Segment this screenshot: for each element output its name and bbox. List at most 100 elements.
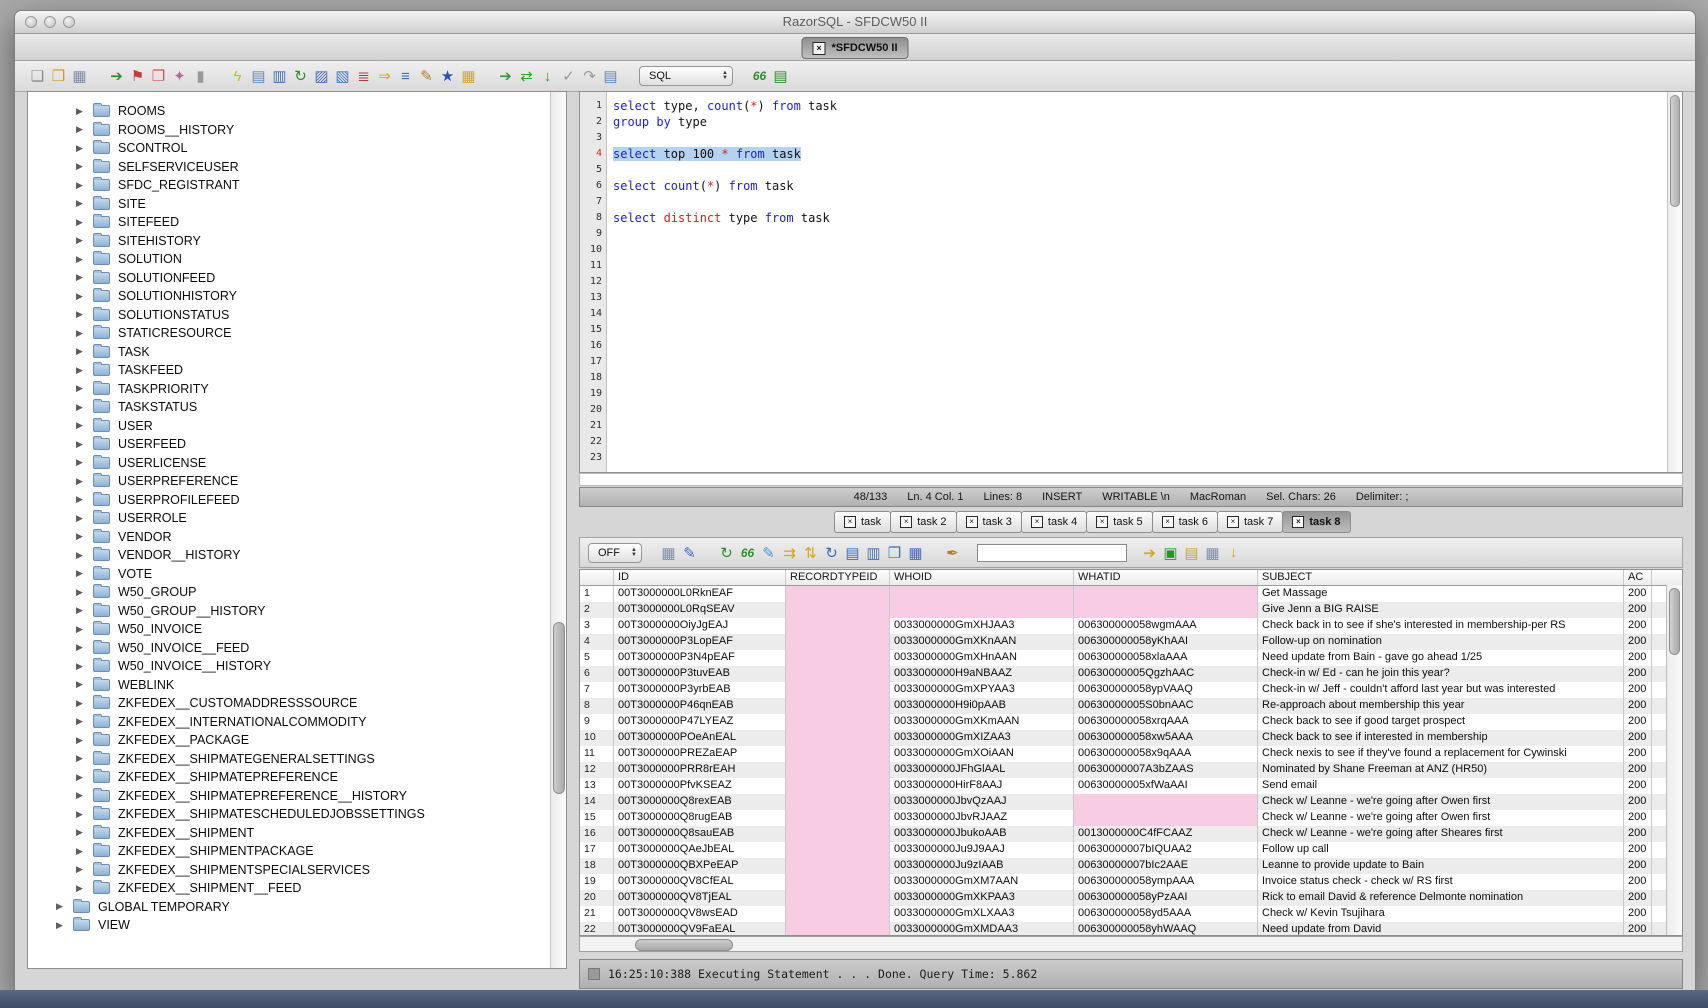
connect-icon[interactable]: ➔ xyxy=(106,66,127,87)
favorites-icon[interactable]: ★ xyxy=(437,66,458,87)
grid-cell[interactable]: 006300000058xrqAAA xyxy=(1074,714,1258,730)
grid-cell[interactable]: 200 xyxy=(1624,618,1652,634)
grid-cell[interactable]: 0033000000HirF8AAJ xyxy=(890,778,1074,794)
export-results-icon[interactable]: ▣ xyxy=(1160,542,1181,563)
disclosure-triangle-icon[interactable]: ▶ xyxy=(76,143,86,154)
import-refresh-icon[interactable]: ↻ xyxy=(290,66,311,87)
grid-cell[interactable]: 00T3000000L0RqSEAV xyxy=(614,602,786,618)
table-row[interactable]: 1300T3000000PfvKSEAZ0033000000HirF8AAJ00… xyxy=(580,778,1682,794)
tree-item[interactable]: ▶USERFEED xyxy=(28,435,566,454)
tree-root-item[interactable]: ▶VIEW xyxy=(28,916,566,935)
new-file-icon[interactable]: ❏ xyxy=(27,66,48,87)
grid-cell[interactable]: 00630000007A3bZAAS xyxy=(1074,762,1258,778)
edit-options-icon[interactable]: ▤ xyxy=(248,66,269,87)
result-tab[interactable]: ×task 4 xyxy=(1021,511,1087,533)
copy-results-icon[interactable]: ❐ xyxy=(884,542,905,563)
grid-cell[interactable]: 200 xyxy=(1624,586,1652,602)
autocommit-select[interactable]: OFF ▲▼ xyxy=(588,543,642,563)
tree-item[interactable]: ▶STATICRESOURCE xyxy=(28,324,566,343)
grid-cell[interactable]: 00T3000000QAeJbEAL xyxy=(614,842,786,858)
document-tab[interactable]: × *SFDCW50 II xyxy=(801,37,908,59)
grid-cell[interactable] xyxy=(786,682,890,698)
tree-item[interactable]: ▶USERLICENSE xyxy=(28,454,566,473)
disclosure-triangle-icon[interactable]: ▶ xyxy=(76,550,86,561)
table-editor-icon[interactable]: ▦ xyxy=(458,66,479,87)
code-line[interactable] xyxy=(613,242,1667,258)
grid-cell[interactable]: 006300000058ypVAAQ xyxy=(1074,682,1258,698)
minimize-button[interactable] xyxy=(44,16,56,28)
sidebar-scrollbar[interactable] xyxy=(550,92,566,968)
grid-cell[interactable]: 00630000005xfWaAAI xyxy=(1074,778,1258,794)
validate-check-icon[interactable]: ✓ xyxy=(558,66,579,87)
grid-cell[interactable] xyxy=(786,810,890,826)
disclosure-triangle-icon[interactable]: ▶ xyxy=(76,217,86,228)
expand-row-icon[interactable]: ⇉ xyxy=(779,542,800,563)
disclosure-triangle-icon[interactable]: ▶ xyxy=(76,513,86,524)
grid-cell[interactable]: Re-approach about membership this year xyxy=(1258,698,1624,714)
grid-cell[interactable] xyxy=(786,730,890,746)
code-line[interactable] xyxy=(613,402,1667,418)
disclosure-triangle-icon[interactable]: ▶ xyxy=(56,901,66,912)
grid-cell[interactable]: 00630000007bIc2AAE xyxy=(1074,858,1258,874)
column-header[interactable]: WHOID xyxy=(890,570,1074,585)
disclosure-triangle-icon[interactable]: ▶ xyxy=(76,106,86,117)
grid-cell[interactable]: 00T3000000QV8wsEAD xyxy=(614,906,786,922)
grid-cell[interactable]: 0033000000GmXM7AAN xyxy=(890,874,1074,890)
save-icon[interactable]: ▦ xyxy=(69,66,90,87)
generate-script-icon[interactable]: ▤ xyxy=(1181,542,1202,563)
column-header[interactable]: ID xyxy=(614,570,786,585)
tree-root-item[interactable]: ▶GLOBAL TEMPORARY xyxy=(28,898,566,917)
export-table-icon[interactable]: ▥ xyxy=(269,66,290,87)
tree-item[interactable]: ▶SITEHISTORY xyxy=(28,232,566,251)
code-line[interactable] xyxy=(613,354,1667,370)
grid-cell[interactable]: 0033000000Ju9J9AAJ xyxy=(890,842,1074,858)
tab-close-icon[interactable]: × xyxy=(966,516,978,528)
edit-results-icon[interactable]: ✎ xyxy=(758,542,779,563)
sql-editor[interactable]: 1234567891011121314151617181920212223 se… xyxy=(579,91,1683,473)
table-row[interactable]: 800T3000000P46qnEAB0033000000H9i0pAAB006… xyxy=(580,698,1682,714)
grid-cell[interactable]: 200 xyxy=(1624,634,1652,650)
grid-cell[interactable]: 0033000000GmXHJAA3 xyxy=(890,618,1074,634)
tree-item[interactable]: ▶ZKFEDEX__SHIPMATEPREFERENCE xyxy=(28,768,566,787)
grid-cell[interactable]: 006300000058yKhAAI xyxy=(1074,634,1258,650)
tree-item[interactable]: ▶ROOMS xyxy=(28,102,566,121)
tree-item[interactable]: ▶TASK xyxy=(28,343,566,362)
grid-cell[interactable]: Check back in to see if she's interested… xyxy=(1258,618,1624,634)
tree-item[interactable]: ▶SFDC_REGISTRANT xyxy=(28,176,566,195)
grid-cell[interactable]: Check back to see if good target prospec… xyxy=(1258,714,1624,730)
grid-cell[interactable]: Send email xyxy=(1258,778,1624,794)
grid-cell[interactable]: 0033000000GmXPYAA3 xyxy=(890,682,1074,698)
grid-cell[interactable]: 0033000000GmXOiAAN xyxy=(890,746,1074,762)
format-sql-icon[interactable]: ✎ xyxy=(416,66,437,87)
grid-cell[interactable] xyxy=(1074,794,1258,810)
disclosure-triangle-icon[interactable]: ▶ xyxy=(76,753,86,764)
grid-cell[interactable] xyxy=(786,874,890,890)
disconnect-icon[interactable]: ⚑ xyxy=(127,66,148,87)
tree-item[interactable]: ▶USERROLE xyxy=(28,509,566,528)
sort-rows-icon[interactable]: ⇅ xyxy=(800,542,821,563)
code-line[interactable]: select top 100 * from task xyxy=(613,146,1667,162)
grid-cell[interactable]: 00T3000000P46qnEAB xyxy=(614,698,786,714)
tab-close-icon[interactable]: × xyxy=(1292,516,1304,528)
disclosure-triangle-icon[interactable]: ▶ xyxy=(76,365,86,376)
grid-cell[interactable]: Follow up call xyxy=(1258,842,1624,858)
grid-cell[interactable]: 0033000000Ju9zIAAB xyxy=(890,858,1074,874)
result-tab[interactable]: ×task 2 xyxy=(890,511,956,533)
code-line[interactable] xyxy=(613,226,1667,242)
table-row[interactable]: 1600T3000000Q8sauEAB0033000000JbukoAAB00… xyxy=(580,826,1682,842)
save-results-icon[interactable]: ▦ xyxy=(658,542,679,563)
grid-cell[interactable]: 200 xyxy=(1624,778,1652,794)
disclosure-triangle-icon[interactable]: ▶ xyxy=(76,716,86,727)
sql-code-area[interactable]: select type, count(*) from taskgroup by … xyxy=(607,92,1667,472)
tree-item[interactable]: ▶USERPROFILEFEED xyxy=(28,491,566,510)
disclosure-triangle-icon[interactable]: ▶ xyxy=(76,846,86,857)
grid-cell[interactable] xyxy=(890,586,1074,602)
tree-item[interactable]: ▶SITEFEED xyxy=(28,213,566,232)
disclosure-triangle-icon[interactable]: ▶ xyxy=(76,328,86,339)
table-row[interactable]: 100T3000000L0RknEAFGet Massage200 xyxy=(580,586,1682,602)
grid-cell[interactable]: 00T3000000Q8sauEAB xyxy=(614,826,786,842)
results-hscrollbar-thumb[interactable] xyxy=(635,939,733,951)
tab-close-icon[interactable]: × xyxy=(1031,516,1043,528)
grid-cell[interactable]: 200 xyxy=(1624,842,1652,858)
disclosure-triangle-icon[interactable]: ▶ xyxy=(76,291,86,302)
